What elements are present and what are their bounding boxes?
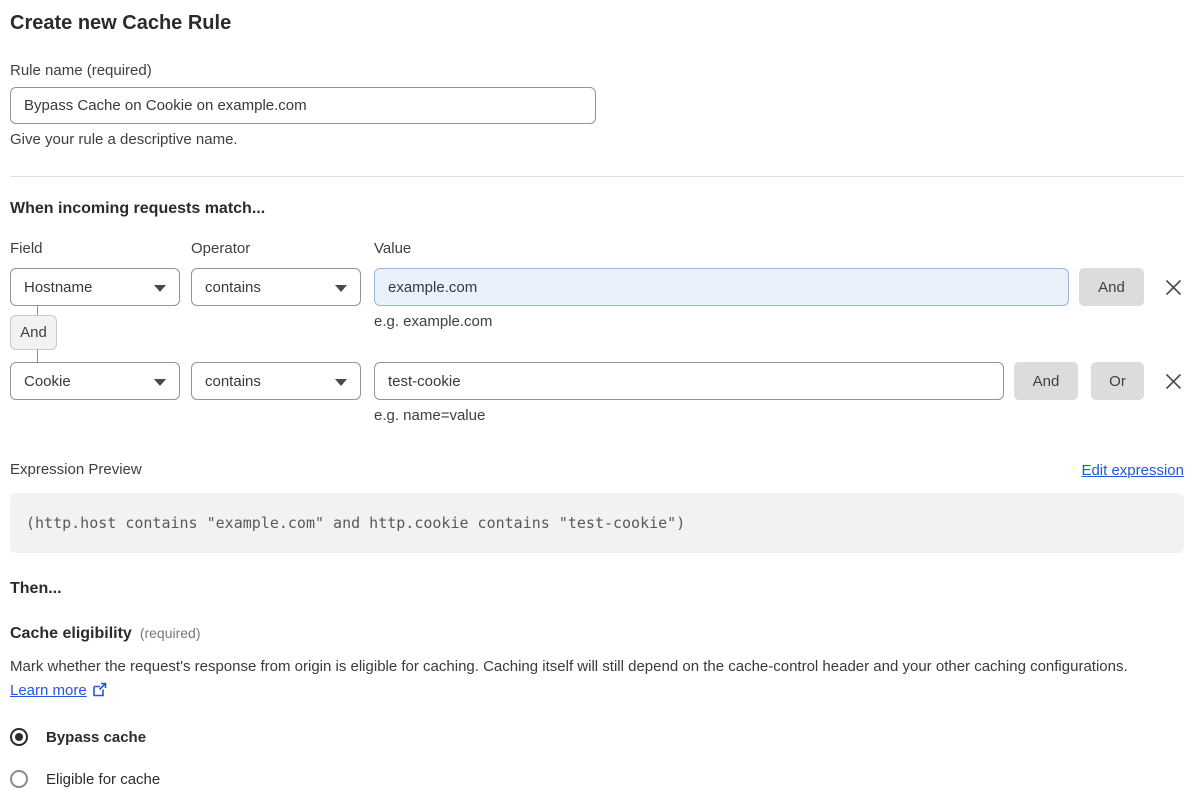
- value-input-2[interactable]: [374, 362, 1004, 400]
- value-hint-2: e.g. name=value: [374, 407, 486, 424]
- field-column-label: Field: [10, 240, 43, 257]
- match-heading: When incoming requests match...: [10, 200, 266, 217]
- and-button-row-1[interactable]: And: [1079, 268, 1144, 306]
- chevron-down-icon: [335, 285, 347, 292]
- required-note: (required): [139, 625, 201, 641]
- field-select-2[interactable]: Cookie: [10, 362, 180, 400]
- external-link-icon: [92, 681, 107, 705]
- operator-select-1[interactable]: contains: [191, 268, 361, 306]
- radio-option-eligible-for-cache[interactable]: Eligible for cache: [10, 770, 1184, 788]
- close-icon: [1165, 373, 1181, 389]
- expression-header: Expression Preview Edit expression: [10, 461, 1184, 479]
- rule-name-label: Rule name (required): [10, 62, 152, 79]
- and-button-row-2[interactable]: And: [1014, 362, 1078, 400]
- cache-eligibility-heading: Cache eligibility: [10, 625, 132, 642]
- radio-selected-icon[interactable]: [10, 728, 28, 746]
- and-connector-button[interactable]: And: [10, 305, 57, 362]
- description-text: Mark whether the request's response from…: [10, 658, 1128, 675]
- chevron-down-icon: [335, 379, 347, 386]
- radio-option-bypass-cache[interactable]: Bypass cache: [10, 728, 1184, 746]
- value-input-1[interactable]: [374, 268, 1069, 306]
- field-select-1-value: Hostname: [24, 278, 93, 296]
- edit-expression-link[interactable]: Edit expression: [1081, 462, 1184, 479]
- page-title: Create new Cache Rule: [10, 12, 232, 34]
- radio-label-eligible-for-cache: Eligible for cache: [46, 770, 161, 788]
- chevron-down-icon: [154, 379, 166, 386]
- expression-code-block: (http.host contains "example.com" and ht…: [10, 493, 1184, 553]
- operator-column-label: Operator: [191, 240, 251, 257]
- value-hint-1: e.g. example.com: [374, 313, 493, 330]
- remove-row-1-button[interactable]: [1162, 276, 1184, 298]
- operator-select-1-value: contains: [205, 278, 261, 296]
- value-cell-2: e.g. name=value: [374, 362, 1004, 425]
- expression-preview-label: Expression Preview: [10, 461, 142, 478]
- match-column-labels: Field Operator Value: [10, 240, 1184, 258]
- value-column-label: Value: [374, 240, 412, 257]
- radio-unselected-icon[interactable]: [10, 770, 28, 788]
- cache-eligibility-description: Mark whether the request's response from…: [10, 655, 1170, 705]
- field-select-1[interactable]: Hostname: [10, 268, 180, 306]
- rule-name-helper: Give your rule a descriptive name.: [10, 131, 238, 148]
- radio-label-bypass-cache: Bypass cache: [46, 728, 147, 746]
- field-select-2-value: Cookie: [24, 372, 71, 390]
- remove-row-2-button[interactable]: [1162, 370, 1184, 392]
- chevron-down-icon: [154, 285, 166, 292]
- learn-more-link[interactable]: Learn more: [10, 682, 87, 699]
- rule-name-input[interactable]: [10, 87, 596, 124]
- match-row-2: Cookie contains e.g. name=value And Or: [10, 362, 1184, 425]
- then-heading: Then...: [10, 580, 62, 597]
- match-row-1: Hostname contains e.g. example.com And: [10, 268, 1184, 331]
- cache-eligibility-heading-row: Cache eligibility (required): [10, 624, 1184, 644]
- value-cell-1: e.g. example.com: [374, 268, 1069, 331]
- operator-select-2-value: contains: [205, 372, 261, 390]
- close-icon: [1165, 279, 1181, 295]
- or-button-row-2[interactable]: Or: [1091, 362, 1144, 400]
- operator-select-2[interactable]: contains: [191, 362, 361, 400]
- section-divider: [10, 176, 1184, 177]
